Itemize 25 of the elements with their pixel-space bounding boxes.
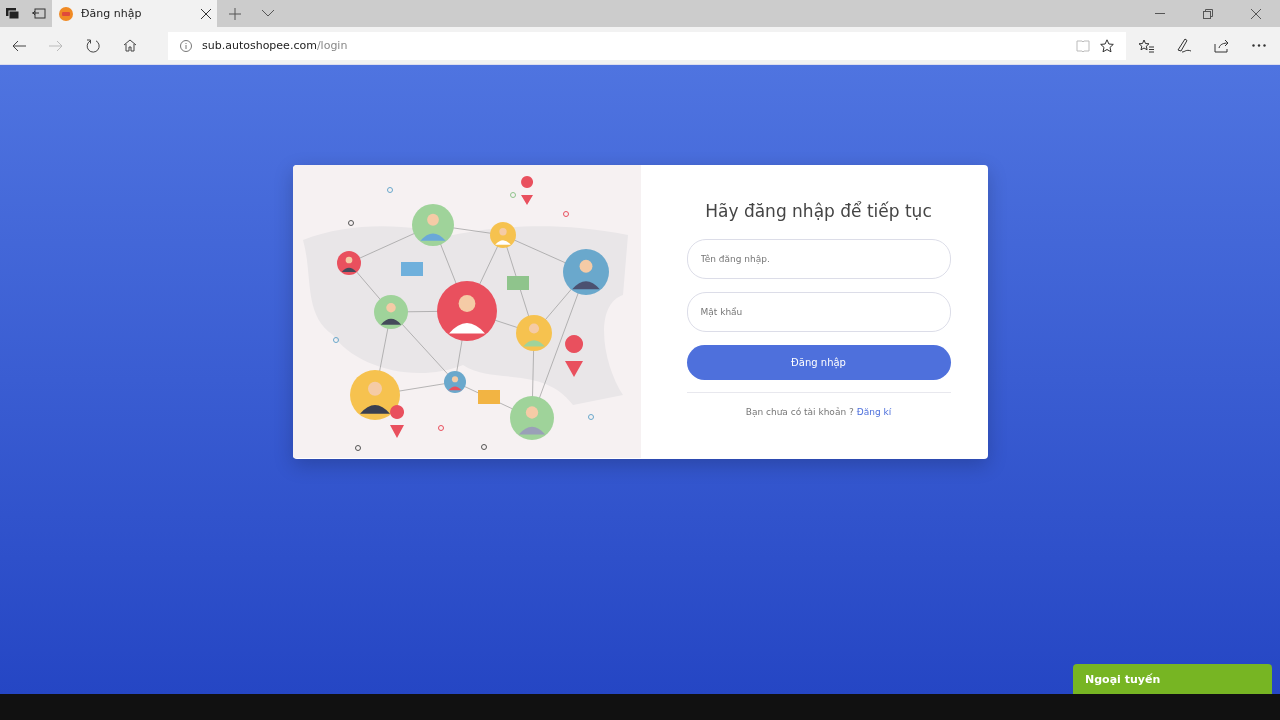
more-icon[interactable] bbox=[1252, 44, 1266, 47]
login-heading: Hãy đăng nhập để tiếp tục bbox=[704, 201, 933, 221]
close-tab-icon[interactable] bbox=[201, 8, 211, 19]
browser-tab[interactable]: Đăng nhập bbox=[52, 0, 217, 27]
site-logo-icon bbox=[59, 6, 73, 21]
signup-link[interactable]: Đăng kí bbox=[856, 407, 892, 417]
home-icon[interactable] bbox=[123, 39, 137, 52]
star-icon[interactable] bbox=[1100, 38, 1114, 53]
close-icon[interactable] bbox=[1251, 8, 1261, 19]
refresh-icon[interactable] bbox=[86, 38, 100, 53]
input-field[interactable]: Mật khẩu bbox=[686, 292, 951, 332]
restore-icon[interactable] bbox=[1203, 8, 1213, 19]
new-tab-icon[interactable] bbox=[229, 7, 241, 20]
share-icon[interactable] bbox=[1214, 38, 1230, 53]
favorites-icon[interactable] bbox=[1138, 38, 1154, 53]
login-button[interactable]: Đăng nhập bbox=[686, 345, 951, 380]
info-icon[interactable] bbox=[180, 39, 192, 52]
chat-widget[interactable]: Ngoại tuyến bbox=[1073, 664, 1272, 694]
url-text: sub.autoshopee.com/login bbox=[202, 39, 348, 52]
back-icon[interactable] bbox=[12, 39, 26, 52]
signup-prompt: Bạn chưa có tài khoản ? bbox=[745, 407, 854, 417]
address-bar[interactable]: sub.autoshopee.com/login bbox=[168, 31, 1126, 60]
input-field[interactable]: Tên đăng nhập. bbox=[686, 239, 951, 279]
pen-icon[interactable] bbox=[1176, 38, 1192, 53]
chevron-down-icon[interactable] bbox=[262, 10, 274, 17]
